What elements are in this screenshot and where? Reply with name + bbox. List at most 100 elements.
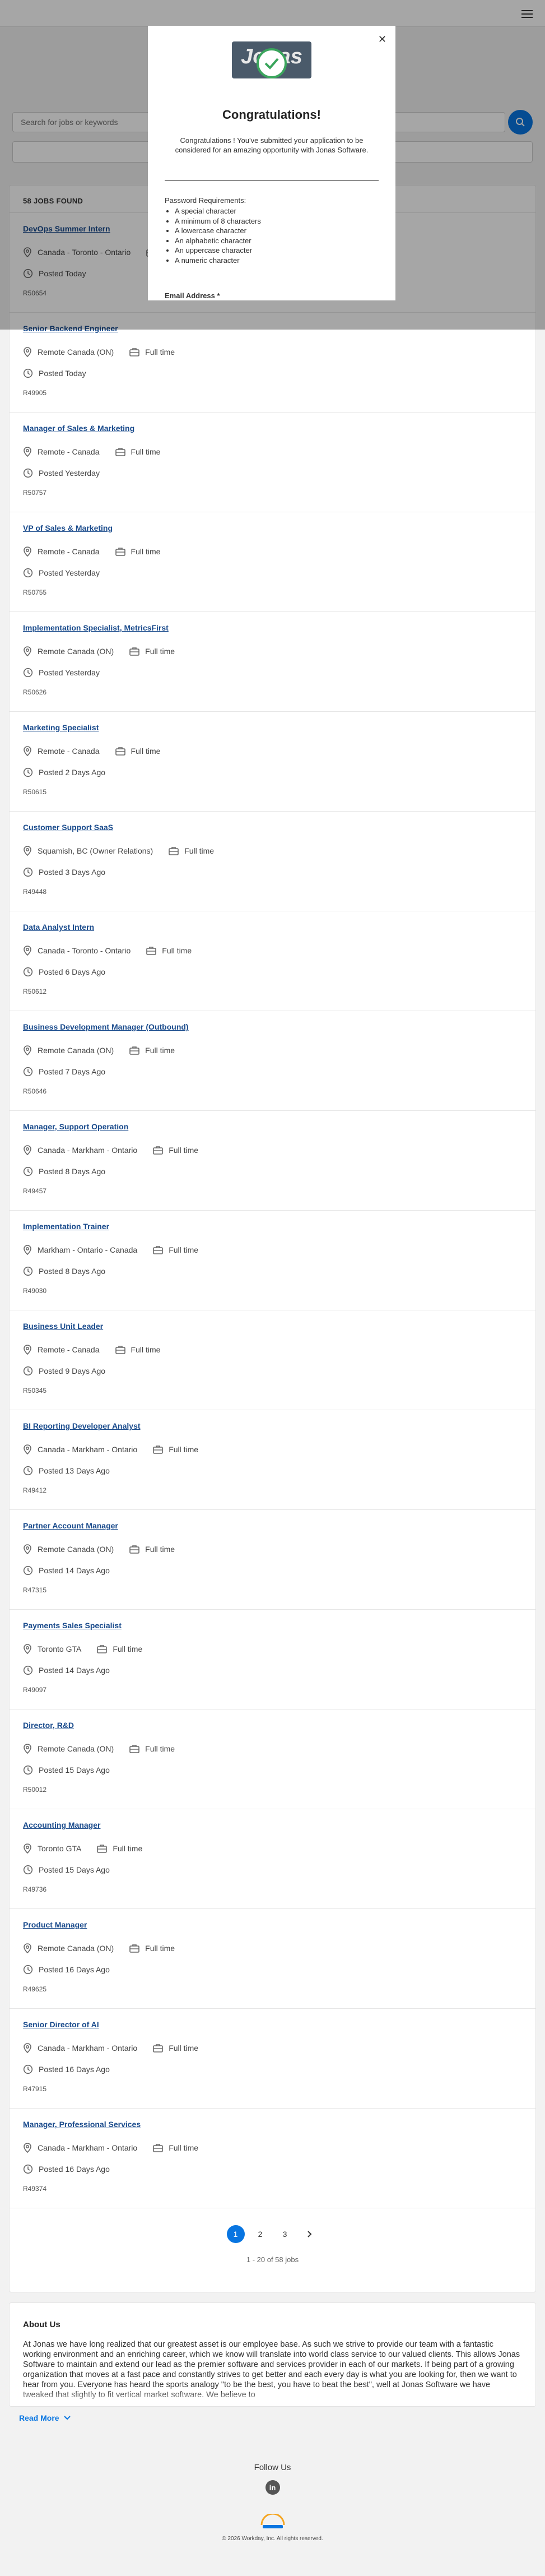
location-pin-icon <box>24 1245 31 1255</box>
congrats-modal: ✕ Jonas Congratulations! Congratulations… <box>148 26 395 300</box>
job-location: Canada - Toronto - Ontario <box>23 946 131 956</box>
close-icon[interactable]: ✕ <box>378 34 386 45</box>
job-type: Full time <box>129 1545 175 1554</box>
job-location-text: Remote - Canada <box>38 447 100 456</box>
chevron-right-icon[interactable] <box>301 2225 319 2243</box>
follow-us-label: Follow Us <box>254 2463 291 2472</box>
job-title-link[interactable]: BI Reporting Developer Analyst <box>23 1421 141 1430</box>
briefcase-icon <box>153 2044 163 2053</box>
briefcase-icon <box>153 2144 163 2152</box>
job-posted: Posted 14 Days Ago <box>23 1565 110 1576</box>
job-title-link[interactable]: Implementation Specialist, MetricsFirst <box>23 623 169 632</box>
job-type: Full time <box>153 1245 198 1254</box>
job-location: Markham - Ontario - Canada <box>23 1245 137 1255</box>
results-panel: 58 JOBS FOUND DevOps Summer Intern Canad… <box>9 185 536 2292</box>
job-title-link[interactable]: Marketing Specialist <box>23 723 99 732</box>
job-location-text: Remote Canada (ON) <box>38 647 114 656</box>
copyright: © 2026 Workday, Inc. All rights reserved… <box>222 2536 323 2542</box>
job-posted: Posted 16 Days Ago <box>23 2164 110 2174</box>
job-posted: Posted 9 Days Ago <box>23 1366 105 1376</box>
job-posted: Posted 8 Days Ago <box>23 1166 105 1176</box>
job-posted: Posted 8 Days Ago <box>23 1266 105 1276</box>
job-location-text: Markham - Ontario - Canada <box>38 1245 138 1254</box>
password-rule: A lowercase character <box>175 226 261 236</box>
job-listing: Implementation Specialist, MetricsFirst … <box>10 611 535 711</box>
clock-icon <box>23 767 33 777</box>
job-listing: Product Manager Remote Canada (ON) Full … <box>10 1908 535 2008</box>
job-posted-text: Posted 14 Days Ago <box>39 1666 110 1675</box>
job-location-text: Remote - Canada <box>38 547 100 556</box>
job-location-text: Canada - Markham - Ontario <box>38 1445 138 1454</box>
job-location-text: Remote Canada (ON) <box>38 1545 114 1554</box>
job-type-text: Full time <box>113 1844 143 1853</box>
job-location-text: Remote Canada (ON) <box>38 1944 114 1953</box>
location-pin-icon <box>24 1045 31 1055</box>
job-type: Full time <box>115 1345 160 1354</box>
clock-icon <box>23 1366 33 1376</box>
job-title-link[interactable]: Business Unit Leader <box>23 1322 103 1331</box>
job-posted-text: Posted 15 Days Ago <box>39 1865 110 1874</box>
job-title-link[interactable]: Manager of Sales & Marketing <box>23 424 134 433</box>
job-id: R50615 <box>23 788 47 796</box>
briefcase-icon <box>115 548 125 556</box>
location-pin-icon <box>24 1544 31 1554</box>
job-title-link[interactable]: Partner Account Manager <box>23 1521 118 1530</box>
job-posted: Posted Yesterday <box>23 468 100 478</box>
page-button[interactable]: 1 <box>226 2225 245 2243</box>
briefcase-icon <box>129 1745 139 1753</box>
success-check-icon <box>257 48 287 78</box>
briefcase-icon <box>169 847 179 855</box>
job-posted-text: Posted 3 Days Ago <box>39 868 106 877</box>
job-title-link[interactable]: Manager, Professional Services <box>23 2120 141 2129</box>
job-title-link[interactable]: VP of Sales & Marketing <box>23 523 113 532</box>
job-posted-text: Posted 14 Days Ago <box>39 1566 110 1575</box>
job-type: Full time <box>129 1944 175 1953</box>
page-button[interactable]: 2 <box>251 2225 269 2243</box>
location-pin-icon <box>24 746 31 756</box>
job-title-link[interactable]: Director, R&D <box>23 1721 74 1730</box>
job-location: Remote - Canada <box>23 1345 100 1355</box>
location-pin-icon <box>24 846 31 856</box>
job-posted-text: Posted Yesterday <box>39 668 100 677</box>
job-type-text: Full time <box>145 1744 175 1753</box>
location-pin-icon <box>24 546 31 557</box>
job-posted: Posted 7 Days Ago <box>23 1067 105 1077</box>
clock-icon <box>23 1067 33 1077</box>
job-id: R50345 <box>23 1387 47 1394</box>
briefcase-icon <box>97 1645 108 1653</box>
job-id: R49625 <box>23 1985 47 1993</box>
job-type: Full time <box>129 348 175 356</box>
job-posted: Posted Yesterday <box>23 568 100 578</box>
job-listing: Implementation Trainer Markham - Ontario… <box>10 1210 535 1310</box>
password-rule: An uppercase character <box>175 245 261 256</box>
page-button[interactable]: 3 <box>276 2225 294 2243</box>
job-type: Full time <box>129 1046 175 1055</box>
job-title-link[interactable]: Implementation Trainer <box>23 1222 109 1231</box>
job-posted: Posted 15 Days Ago <box>23 1865 110 1875</box>
job-title-link[interactable]: Payments Sales Specialist <box>23 1621 122 1630</box>
job-location-text: Remote Canada (ON) <box>38 1744 114 1753</box>
job-title-link[interactable]: Accounting Manager <box>23 1820 100 1829</box>
job-posted-text: Posted Yesterday <box>39 568 100 577</box>
job-title-link[interactable]: Product Manager <box>23 1920 87 1929</box>
job-title-link[interactable]: Senior Director of AI <box>23 2020 99 2029</box>
job-type-text: Full time <box>145 1944 175 1953</box>
briefcase-icon <box>153 1246 163 1254</box>
footer: Follow Us in © 2026 Workday, Inc. All ri… <box>0 2463 545 2542</box>
job-id: R47315 <box>23 1586 47 1594</box>
job-type: Full time <box>129 1744 175 1753</box>
job-id: R49030 <box>23 1287 47 1295</box>
about-heading: About Us <box>23 2320 60 2329</box>
job-location: Remote Canada (ON) <box>23 1544 114 1554</box>
job-id: R49448 <box>23 888 47 896</box>
linkedin-icon[interactable]: in <box>265 2480 280 2495</box>
password-rule: An alphabetic character <box>175 236 261 246</box>
job-title-link[interactable]: Business Development Manager (Outbound) <box>23 1022 189 1031</box>
read-more-link[interactable]: Read More <box>19 2413 71 2422</box>
location-pin-icon <box>24 946 31 956</box>
job-title-link[interactable]: Customer Support SaaS <box>23 823 113 832</box>
job-title-link[interactable]: Manager, Support Operation <box>23 1122 128 1131</box>
briefcase-icon <box>146 947 157 955</box>
job-title-link[interactable]: Data Analyst Intern <box>23 923 94 932</box>
clock-icon <box>23 668 33 678</box>
